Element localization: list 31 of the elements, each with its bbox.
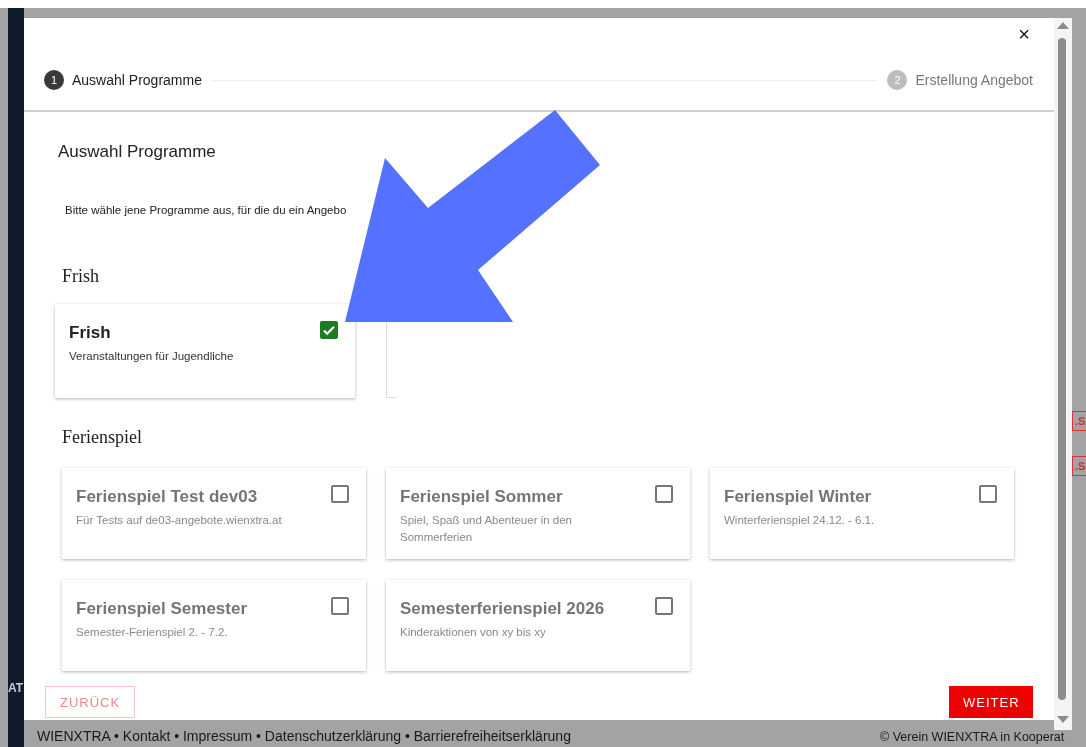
card-description: Winterferienspiel 24.12. - 6.1. (724, 513, 876, 528)
card-description: Für Tests auf de03-angebote.wienxtra.at (76, 513, 283, 528)
instruction-text: Bitte wähle jene Programme aus, für die du ein Angebo (65, 204, 348, 216)
group-heading: Ferienspiel (62, 427, 143, 448)
card-title: Ferienspiel Sommer (400, 487, 563, 507)
card-title: Ferienspiel Test dev03 (76, 487, 258, 507)
dialog-heading: Auswahl Programme (58, 142, 217, 162)
program-card[interactable]: Frish Veranstaltungen für Jugendliche (55, 304, 355, 398)
card-description: Kinderaktionen von xy bis xy (400, 625, 547, 640)
step-number: 1 (44, 70, 64, 90)
card-description: Veranstaltungen für Jugendliche (69, 349, 235, 364)
step-label: Erstellung Angebot (915, 72, 1033, 88)
side-label: AT (8, 681, 24, 695)
scroll-down-icon[interactable] (1057, 716, 1069, 723)
card-title: Ferienspiel Semester (76, 599, 248, 619)
card-description: Semester-Ferienspiel 2. - 7.2. (76, 625, 229, 640)
copyright-text: © Verein WIENXTRA in Kooperat (880, 730, 1065, 744)
step-number: 2 (887, 70, 908, 90)
scroll-up-icon[interactable] (1057, 22, 1069, 29)
card-title: Frish (69, 323, 111, 343)
checkbox[interactable] (320, 321, 338, 339)
card-title: Ferienspiel Winter (724, 487, 872, 507)
step-label: Auswahl Programme (72, 72, 202, 88)
scroll-thumb[interactable] (1058, 38, 1066, 700)
close-button[interactable]: × (1016, 24, 1032, 44)
card-title: Semesterferienspiel 2026 (400, 599, 605, 619)
footer-links: WIENXTRA • Kontakt • Impressum • Datenschutzerklärung • Barrierefreiheitserklärung (37, 728, 571, 744)
next-button[interactable]: WEITER (949, 686, 1033, 718)
group-heading: Frish (62, 266, 100, 287)
scrollbar[interactable] (1054, 18, 1072, 730)
card-description: Spiel, Spaß und Abenteuer in den Sommerferien (400, 513, 573, 545)
